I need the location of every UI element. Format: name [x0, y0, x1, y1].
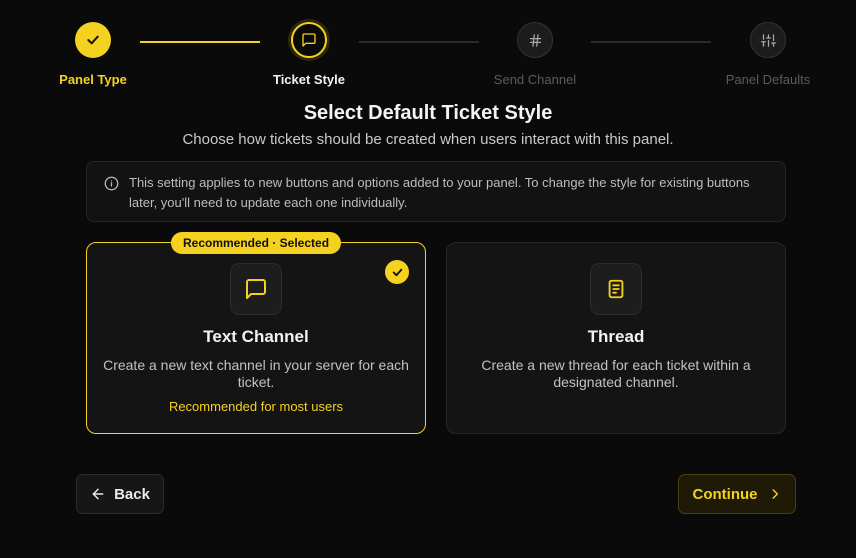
- continue-button[interactable]: Continue: [678, 474, 796, 514]
- back-label: Back: [114, 485, 150, 503]
- option-icon-box: [590, 263, 642, 315]
- step-label: Panel Defaults: [725, 72, 811, 87]
- step-circle: [291, 22, 327, 58]
- selected-check: [385, 260, 409, 284]
- option-description: Create a new thread for each ticket with…: [481, 357, 751, 390]
- chevron-right-icon: [772, 489, 778, 499]
- info-text: This setting applies to new buttons and …: [129, 175, 750, 210]
- step-label: Send Channel: [493, 72, 577, 87]
- step-panel-defaults[interactable]: Panel Defaults: [713, 22, 823, 87]
- option-title: Thread: [587, 327, 645, 346]
- arrow-left-icon: [92, 488, 104, 500]
- continue-label: Continue: [692, 485, 758, 503]
- step-send-channel[interactable]: Send Channel: [480, 22, 590, 87]
- recommended-badge: Recommended · Selected: [170, 232, 342, 254]
- step-ticket-style[interactable]: Ticket Style: [254, 22, 364, 87]
- option-thread[interactable]: Thread Create a new thread for each tick…: [446, 242, 786, 434]
- message-square-icon: [246, 279, 266, 299]
- check-icon: [87, 35, 99, 45]
- step-connector-1: [140, 41, 260, 43]
- step-circle: [517, 22, 553, 58]
- sliders-icon: [760, 33, 776, 47]
- option-note: Recommended for most users: [168, 399, 344, 414]
- info-icon: [104, 176, 119, 191]
- step-label: Ticket Style: [272, 72, 346, 87]
- hash-icon: [529, 33, 541, 47]
- document-icon: [608, 279, 624, 299]
- option-title: Text Channel: [203, 327, 309, 346]
- option-icon-box: [230, 263, 282, 315]
- info-notice: This setting applies to new buttons and …: [86, 161, 786, 222]
- stepper: Panel Type Ticket Style Send Channel Pan…: [0, 22, 856, 92]
- message-square-icon: [302, 33, 316, 47]
- step-label: Panel Type: [59, 72, 127, 87]
- step-connector-3: [591, 41, 711, 43]
- step-circle: [750, 22, 786, 58]
- check-icon: [392, 268, 402, 276]
- page-subtitle: Choose how tickets should be created whe…: [182, 131, 674, 148]
- option-text-channel[interactable]: Recommended · Selected Text Channel Crea…: [86, 232, 426, 434]
- step-connector-2: [359, 41, 479, 43]
- option-description: Create a new text channel in your server…: [103, 357, 409, 390]
- step-panel-type[interactable]: Panel Type: [38, 22, 148, 87]
- step-circle: [75, 22, 111, 58]
- back-button[interactable]: Back: [76, 474, 164, 514]
- page-title: Select Default Ticket Style: [303, 102, 553, 124]
